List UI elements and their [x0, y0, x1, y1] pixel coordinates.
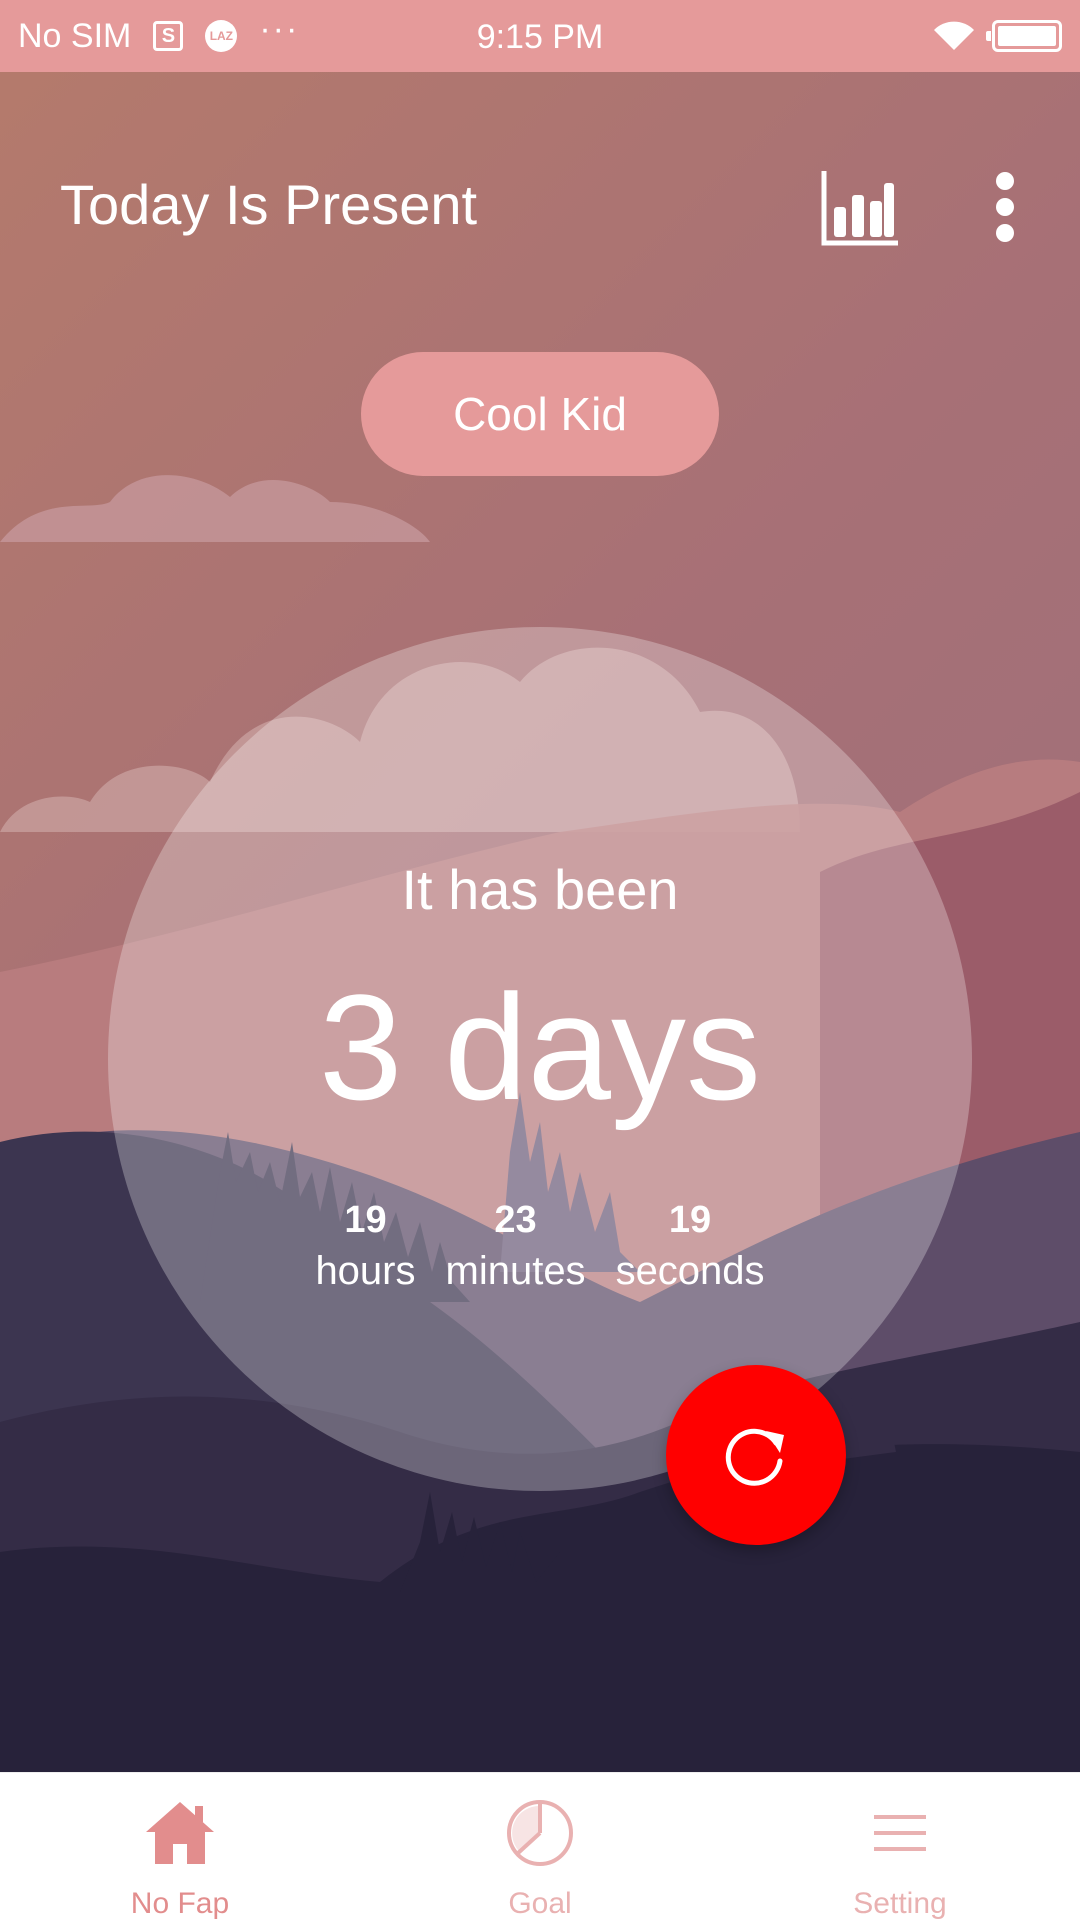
sim-notification-icon: S — [153, 21, 184, 51]
timer-minutes: 23 minutes — [446, 1197, 586, 1299]
hours-label: hours — [315, 1249, 416, 1293]
nav-label-goal: Goal — [508, 1887, 572, 1920]
status-left: No SIM S LAZ ··· — [18, 10, 299, 56]
refresh-icon — [725, 1428, 784, 1486]
app-title: Today Is Present — [60, 173, 478, 236]
more-vertical-icon — [996, 172, 1014, 242]
nav-label-setting: Setting — [853, 1887, 947, 1920]
bar-chart-icon — [821, 171, 898, 246]
status-right — [932, 19, 1062, 53]
rank-badge[interactable]: Cool Kid — [361, 352, 719, 476]
timer-days: 3 days — [319, 963, 761, 1131]
nav-item-setting[interactable]: Setting — [720, 1773, 1080, 1921]
statistics-button[interactable] — [815, 162, 905, 252]
timer-seconds: 19 seconds — [616, 1197, 765, 1299]
more-notifications-icon: ··· — [259, 9, 300, 48]
laz-notification-icon: LAZ — [205, 20, 238, 52]
nav-item-no-fap[interactable]: No Fap — [0, 1773, 360, 1921]
status-bar: No SIM S LAZ ··· 9:15 PM — [0, 0, 1080, 72]
timer-units: 19 hours 23 minutes 19 seconds — [0, 1197, 1080, 1299]
carrier-label: No SIM — [18, 16, 132, 55]
minutes-value: 23 — [494, 1199, 537, 1241]
timer-intro-text: It has been — [401, 858, 679, 921]
reset-timer-button[interactable] — [666, 1365, 846, 1545]
seconds-value: 19 — [668, 1199, 712, 1241]
home-icon — [140, 1793, 220, 1873]
wifi-icon — [934, 21, 974, 50]
hours-value: 19 — [344, 1199, 387, 1241]
timer-hours: 19 hours — [315, 1197, 415, 1299]
main-scene: Today Is Present Cool Kid It has been 3 … — [0, 72, 1080, 1772]
battery-icon — [986, 20, 1062, 52]
bottom-navigation: No Fap Goal Setting — [0, 1772, 1080, 1921]
minutes-label: minutes — [445, 1249, 586, 1293]
seconds-label: seconds — [615, 1249, 765, 1293]
nav-label-no-fap: No Fap — [130, 1887, 230, 1920]
pie-chart-icon — [500, 1793, 580, 1873]
overflow-menu-button[interactable] — [970, 162, 1040, 252]
nav-item-goal[interactable]: Goal — [360, 1773, 720, 1921]
menu-lines-icon — [860, 1793, 940, 1873]
